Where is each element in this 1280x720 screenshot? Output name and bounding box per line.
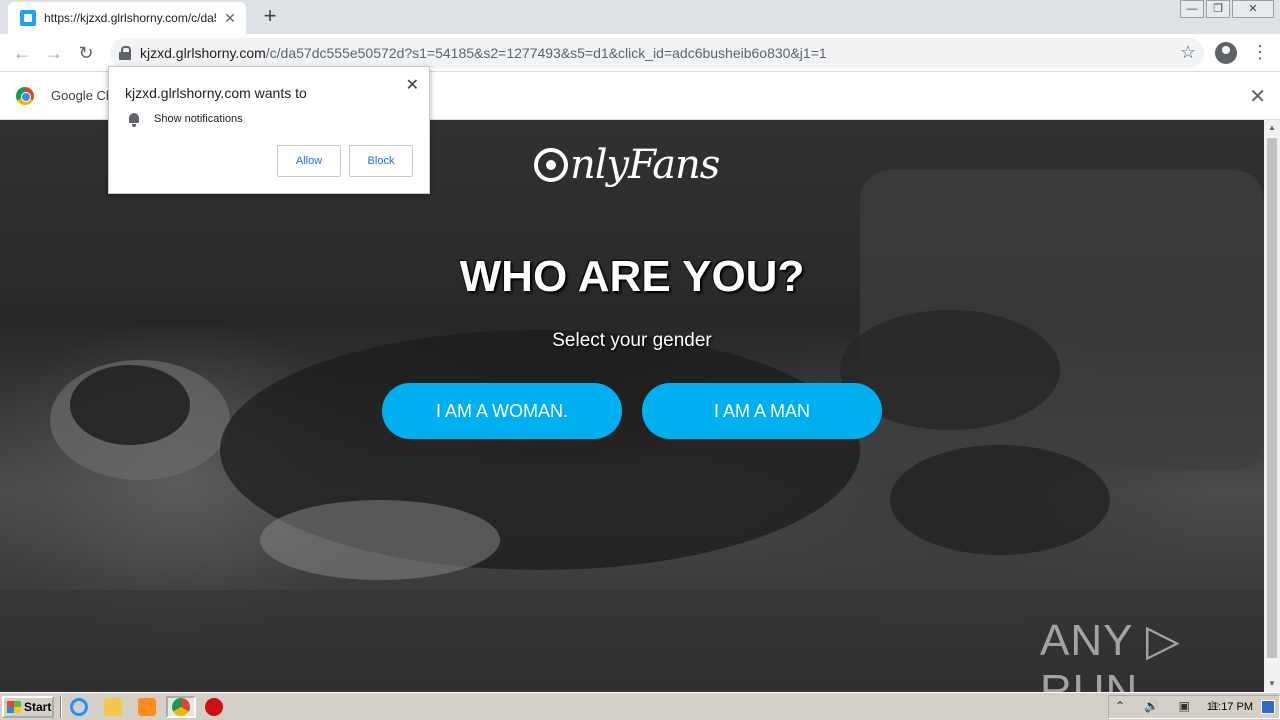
tab-title: https://kjzxd.glrlshorny.com/c/da57 [44, 11, 216, 25]
page-title: WHO ARE YOU? [459, 252, 805, 301]
chrome-taskbar-icon[interactable] [172, 698, 190, 716]
tab-strip: https://kjzxd.glrlshorny.com/c/da57 ✕ + … [0, 0, 1280, 34]
onlyfans-logo: nlyFans [534, 140, 720, 190]
action-center-icon[interactable] [1261, 700, 1275, 714]
permission-item: Show notifications [154, 113, 243, 125]
back-arrow-icon[interactable]: ← [10, 41, 34, 65]
url-domain: kjzxd.glrlshorny.com [140, 45, 266, 61]
woman-button[interactable]: I AM A WOMAN. [382, 383, 622, 439]
maximize-button[interactable]: ❐ [1206, 0, 1230, 18]
reload-icon[interactable]: ↻ [74, 41, 98, 65]
new-tab-button[interactable]: + [258, 4, 282, 28]
site-favicon-icon [20, 10, 36, 26]
minimize-button[interactable]: — [1180, 0, 1204, 18]
account-icon[interactable] [1215, 42, 1237, 64]
clock: 11:17 PM [1206, 701, 1253, 713]
forward-arrow-icon[interactable]: → [42, 41, 66, 65]
address-bar[interactable]: kjzxd.glrlshorny.com/c/da57dc555e50572d?… [110, 38, 1204, 68]
system-tray: ⌃ 🔊 ▣ ⚐ 11:17 PM [1108, 695, 1280, 719]
block-button[interactable]: Block [349, 145, 413, 177]
scroll-thumb[interactable] [1267, 138, 1277, 658]
start-label: Start [24, 700, 52, 714]
window-close-button[interactable]: ✕ [1232, 0, 1274, 18]
taskbar-separator [60, 696, 62, 718]
notification-permission-popup: kjzxd.glrlshorny.com wants to ✕ Show not… [108, 66, 430, 194]
browser-tab[interactable]: https://kjzxd.glrlshorny.com/c/da57 ✕ [8, 2, 246, 34]
logo-text: nlyFans [570, 142, 720, 188]
more-menu-icon[interactable]: ⋮ [1251, 42, 1269, 64]
popup-close-icon[interactable]: ✕ [406, 75, 419, 95]
internet-explorer-icon[interactable] [70, 698, 88, 716]
opera-icon[interactable] [205, 698, 223, 716]
lock-icon[interactable] [118, 46, 132, 60]
chrome-logo-icon [16, 87, 34, 105]
page-content: nlyFans WHO ARE YOU? Select your gender … [0, 120, 1264, 692]
media-player-icon[interactable] [138, 698, 156, 716]
bell-icon [128, 113, 140, 127]
file-explorer-icon[interactable] [104, 698, 122, 716]
url-text[interactable]: kjzxd.glrlshorny.com/c/da57dc555e50572d?… [140, 45, 1204, 61]
windows-logo-icon [7, 701, 21, 713]
tab-close-icon[interactable]: ✕ [222, 10, 238, 27]
scroll-down-arrow-icon[interactable]: ▼ [1264, 676, 1280, 692]
permission-title: kjzxd.glrlshorny.com wants to [125, 85, 307, 101]
windows-taskbar: Start ⌃ 🔊 ▣ ⚐ 11:17 PM [0, 692, 1280, 720]
allow-button[interactable]: Allow [277, 145, 341, 177]
info-bar-text: Google Ch [51, 88, 114, 103]
window-controls: — ❐ ✕ [1180, 0, 1274, 18]
page-subtitle: Select your gender [552, 330, 712, 351]
anyrun-watermark: ANY ▷ RUN [1040, 616, 1181, 692]
info-bar-close-icon[interactable]: ✕ [1249, 84, 1266, 109]
start-button[interactable]: Start [2, 696, 54, 718]
man-button[interactable]: I AM A MAN [642, 383, 882, 439]
url-path: /c/da57dc555e50572d?s1=54185&s2=1277493&… [265, 45, 827, 61]
vertical-scrollbar[interactable]: ▲ ▼ [1264, 120, 1280, 692]
scroll-up-arrow-icon[interactable]: ▲ [1264, 120, 1280, 136]
lock-logo-icon [534, 148, 568, 182]
background-photo [0, 120, 1264, 692]
bookmark-star-icon[interactable]: ☆ [1180, 42, 1196, 63]
